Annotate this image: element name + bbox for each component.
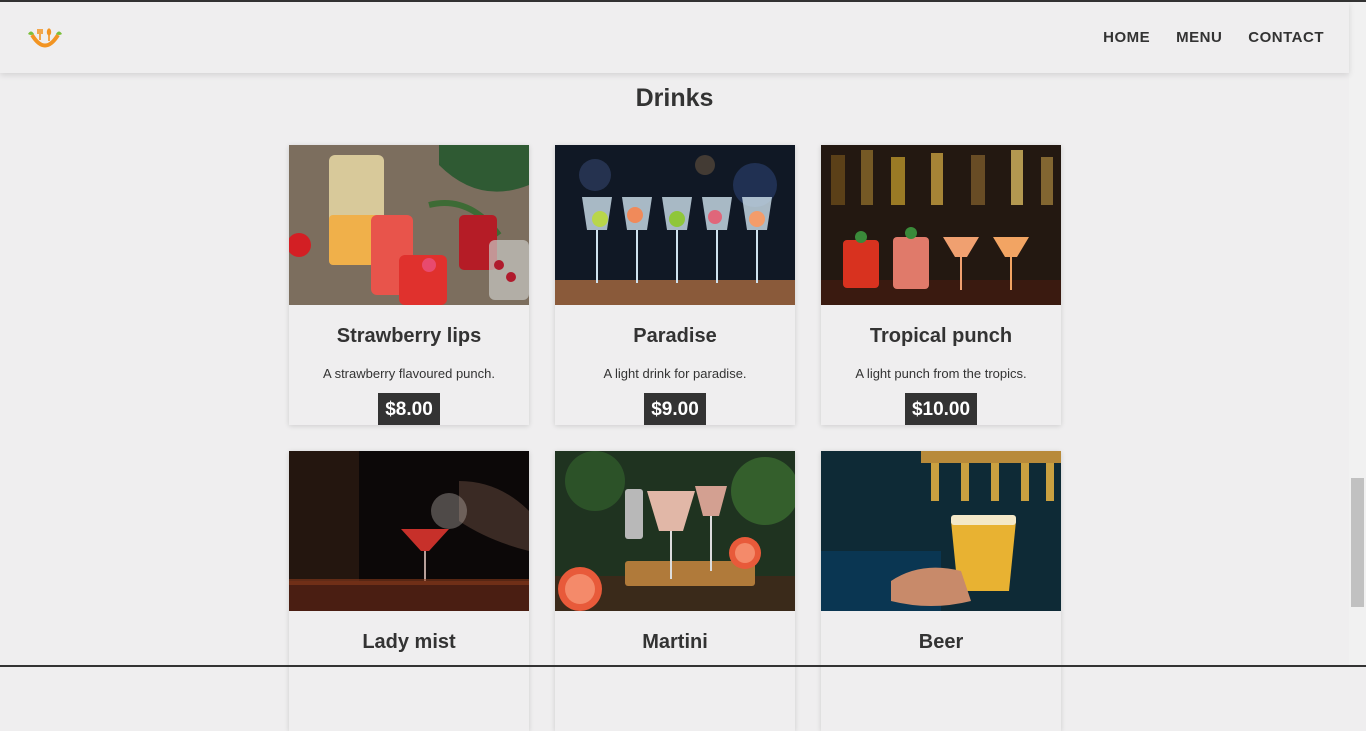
drink-price: $10.00 (905, 393, 977, 425)
drink-card[interactable]: Beer (821, 451, 1061, 731)
scrollbar-thumb[interactable] (1351, 478, 1364, 607)
drink-card[interactable]: Lady mist (289, 451, 529, 731)
drink-description: A light punch from the tropics. (821, 366, 1061, 381)
drink-name: Paradise (555, 325, 795, 348)
bar-cocktails-image (821, 145, 1061, 305)
navbar: HOME MENU CONTACT (0, 2, 1349, 73)
logo-icon[interactable] (26, 26, 64, 50)
drink-name: Martini (555, 631, 795, 654)
bartender-cocktail-image (289, 451, 529, 611)
strawberry-cocktail-image (289, 145, 529, 305)
grapefruit-cocktail-image (555, 451, 795, 611)
nav-links: HOME MENU CONTACT (1103, 29, 1324, 46)
drink-description: A strawberry flavoured punch. (289, 366, 529, 381)
nav-contact-link[interactable]: CONTACT (1248, 29, 1324, 46)
drink-name: Tropical punch (821, 325, 1061, 348)
drink-name: Beer (821, 631, 1061, 654)
scrollbar[interactable] (1349, 2, 1366, 665)
drink-name: Strawberry lips (289, 325, 529, 348)
drink-card[interactable]: Paradise A light drink for paradise. $9.… (555, 145, 795, 425)
page-title: Drinks (0, 84, 1349, 113)
drink-card[interactable]: Tropical punch A light punch from the tr… (821, 145, 1061, 425)
nav-menu-link[interactable]: MENU (1176, 29, 1222, 46)
drink-card[interactable]: Martini (555, 451, 795, 731)
drink-description: A light drink for paradise. (555, 366, 795, 381)
drink-name: Lady mist (289, 631, 529, 654)
beer-tap-image (821, 451, 1061, 611)
nav-home-link[interactable]: HOME (1103, 29, 1150, 46)
drink-price: $9.00 (644, 393, 706, 425)
gin-glasses-image (555, 145, 795, 305)
drink-price: $8.00 (378, 393, 440, 425)
drink-card[interactable]: Strawberry lips A strawberry flavoured p… (289, 145, 529, 425)
drinks-grid: Strawberry lips A strawberry flavoured p… (289, 145, 1061, 731)
